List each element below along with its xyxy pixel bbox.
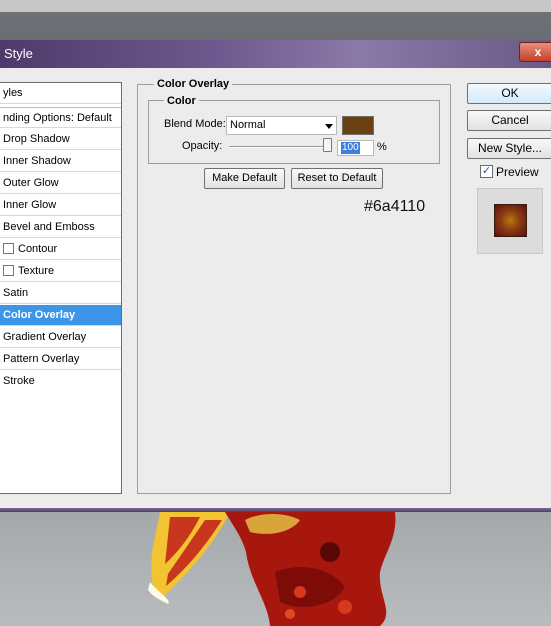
opacity-slider-thumb[interactable] [323,138,332,152]
group-title: Color [164,95,199,107]
style-item-inner-shadow[interactable]: Inner Shadow [0,151,121,172]
contour-label: Contour [18,243,58,255]
dialog-title: Style [4,46,33,61]
dialog-titlebar[interactable]: Style x [0,40,551,69]
contour-checkbox[interactable] [3,242,14,254]
make-default-button[interactable]: Make Default [204,168,285,189]
opacity-label: Opacity: [182,140,223,152]
overlay-color-swatch[interactable] [342,116,374,135]
fish-artwork [148,512,396,626]
style-item-blending-options[interactable]: nding Options: Default [0,107,121,128]
layer-style-dialog: Style x yles nding Options: Default Drop… [0,40,551,512]
style-item-outer-glow[interactable]: Outer Glow [0,173,121,194]
style-item-contour[interactable]: Contour [0,239,121,260]
ok-button[interactable]: OK [467,83,551,104]
new-style-button[interactable]: New Style... [467,138,551,159]
opacity-unit: % [377,141,387,153]
preview-checkbox[interactable]: ✓ [480,165,493,178]
styles-list: yles nding Options: Default Drop Shadow … [0,82,122,494]
texture-checkbox[interactable] [3,264,14,276]
opacity-input[interactable]: 100 [337,140,374,156]
style-item-gradient-overlay[interactable]: Gradient Overlay [0,327,121,348]
fish-body-red [225,512,396,626]
blend-mode-label: Blend Mode: [164,118,226,130]
opacity-value: 100 [341,142,360,154]
reset-default-button[interactable]: Reset to Default [291,168,383,189]
blend-mode-select[interactable]: Normal [226,116,337,135]
canvas-strip [0,0,551,12]
dialog-body: yles nding Options: Default Drop Shadow … [0,68,551,508]
style-item-texture[interactable]: Texture [0,261,121,282]
chevron-down-icon [325,124,333,129]
preview-label: Preview [496,165,539,179]
style-item-stroke[interactable]: Stroke [0,371,121,392]
cancel-button[interactable]: Cancel [467,110,551,131]
styles-list-header[interactable]: yles [0,83,121,104]
close-icon[interactable]: x [519,42,551,62]
panel-title: Color Overlay [154,78,233,90]
blend-mode-value: Normal [230,119,266,131]
style-preview-thumbnail [477,188,543,254]
preview-swatch [494,204,527,237]
style-item-bevel-emboss[interactable]: Bevel and Emboss [0,217,121,238]
fish-fin-yellow [148,512,230,604]
style-item-color-overlay[interactable]: Color Overlay [0,305,121,326]
opacity-slider-track[interactable] [229,146,331,148]
style-item-pattern-overlay[interactable]: Pattern Overlay [0,349,121,370]
hex-annotation: #6a4110 [364,198,426,215]
texture-label: Texture [18,265,55,277]
style-item-inner-glow[interactable]: Inner Glow [0,195,121,216]
style-item-satin[interactable]: Satin [0,283,121,304]
style-item-drop-shadow[interactable]: Drop Shadow [0,129,121,150]
document-canvas-top [0,0,551,40]
